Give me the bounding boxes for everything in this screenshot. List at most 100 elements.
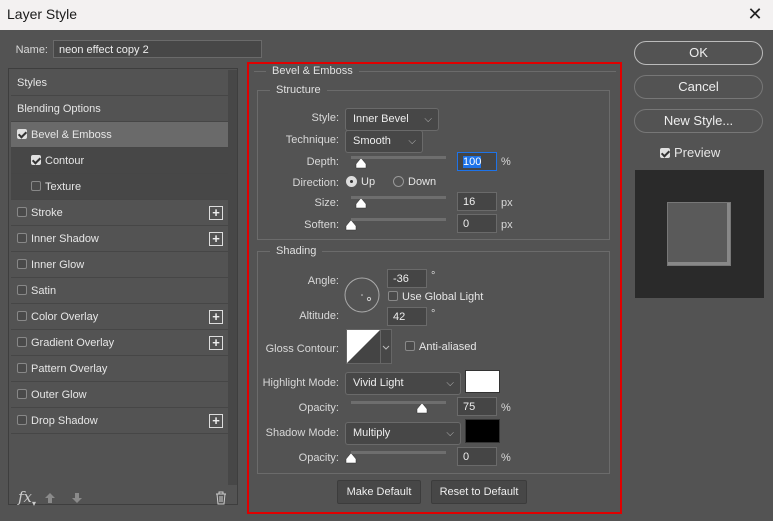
style-item-styles[interactable]: Styles (11, 70, 229, 96)
highlight-color-swatch[interactable] (465, 370, 500, 393)
slider-thumb[interactable] (355, 197, 367, 209)
style-item-pattern-overlay[interactable]: Pattern Overlay (11, 356, 229, 382)
window-title: Layer Style (7, 6, 78, 22)
angle-dial[interactable] (344, 277, 380, 313)
anti-aliased-checkbox[interactable]: Anti-aliased (405, 341, 476, 353)
chevron-down-icon: ⌵ (446, 378, 454, 389)
shadow-mode-label: Shadow Mode: (265, 427, 339, 439)
style-item-label: Styles (17, 77, 47, 89)
style-select[interactable]: Inner Bevel ⌵ (345, 108, 439, 131)
make-default-button[interactable]: Make Default (337, 480, 421, 504)
highlight-opacity-input[interactable]: 75 (457, 397, 497, 416)
preview-checkbox[interactable]: Preview (660, 145, 720, 160)
altitude-input[interactable]: 42 (387, 307, 427, 326)
style-item-label: Outer Glow (31, 389, 87, 401)
slider-thumb[interactable] (416, 402, 428, 414)
slider-thumb[interactable] (355, 157, 367, 169)
ok-button[interactable]: OK (634, 41, 763, 65)
style-item-label: Stroke (31, 207, 63, 219)
highlight-mode-select[interactable]: Vivid Light ⌵ (345, 372, 461, 395)
style-item-inner-shadow[interactable]: Inner Shadow + (11, 226, 229, 252)
style-item-stroke[interactable]: Stroke + (11, 200, 229, 226)
technique-select[interactable]: Smooth ⌵ (345, 130, 423, 153)
close-icon[interactable]: ✕ (745, 4, 765, 25)
preview-swatch (667, 202, 731, 266)
style-item-satin[interactable]: Satin (11, 278, 229, 304)
style-item-bevel-emboss[interactable]: Bevel & Emboss (11, 122, 229, 148)
size-label: Size: (314, 197, 339, 209)
use-global-light-checkbox[interactable]: Use Global Light (388, 291, 483, 303)
style-item-color-overlay[interactable]: Color Overlay + (11, 304, 229, 330)
style-item-inner-glow[interactable]: Inner Glow (11, 252, 229, 278)
gloss-contour-label: Gloss Contour: (265, 343, 339, 355)
shadow-opacity-slider[interactable] (351, 451, 446, 454)
checkbox-icon[interactable] (17, 207, 27, 217)
fx-icon[interactable]: fx▾ (18, 488, 36, 508)
radio-icon (346, 176, 357, 187)
direction-up-radio[interactable]: Up (346, 176, 375, 188)
style-item-blending-options[interactable]: Blending Options (11, 96, 229, 122)
shadow-color-swatch[interactable] (465, 419, 500, 443)
checkbox-icon (405, 341, 415, 351)
add-icon[interactable]: + (209, 310, 223, 324)
direction-down-radio[interactable]: Down (393, 176, 436, 188)
name-input[interactable]: neon effect copy 2 (53, 40, 262, 58)
highlight-opacity-slider[interactable] (351, 401, 446, 404)
angle-input[interactable]: -36 (387, 269, 427, 288)
soften-input[interactable]: 0 (457, 214, 497, 233)
style-item-texture[interactable]: Texture (11, 174, 229, 200)
degree-unit: ° (431, 270, 436, 282)
add-icon[interactable]: + (209, 206, 223, 220)
checkbox-icon[interactable] (17, 285, 27, 295)
checkbox-icon[interactable] (17, 233, 27, 243)
checkbox-icon[interactable] (17, 363, 27, 373)
soften-label: Soften: (304, 219, 339, 231)
technique-label: Technique: (285, 134, 339, 146)
shadow-mode-select[interactable]: Multiply ⌵ (345, 422, 461, 445)
soften-unit: px (501, 219, 513, 231)
style-item-gradient-overlay[interactable]: Gradient Overlay + (11, 330, 229, 356)
soften-slider[interactable] (351, 218, 446, 221)
checkbox-icon[interactable] (17, 259, 27, 269)
add-icon[interactable]: + (209, 336, 223, 350)
checkbox-icon[interactable] (17, 311, 27, 321)
move-up-icon[interactable] (44, 492, 56, 504)
style-item-label: Drop Shadow (31, 415, 98, 427)
style-item-label: Blending Options (17, 103, 101, 115)
chevron-down-icon: ⌵ (446, 428, 454, 439)
size-input[interactable]: 16 (457, 192, 497, 211)
panel-title: Bevel & Emboss (272, 65, 353, 77)
chevron-down-icon: ⌵ (408, 136, 416, 147)
highlight-mode-label: Highlight Mode: (262, 377, 339, 389)
gloss-contour-picker[interactable] (346, 329, 392, 365)
add-icon[interactable]: + (209, 414, 223, 428)
checkbox-icon[interactable] (17, 415, 27, 425)
reset-to-default-button[interactable]: Reset to Default (431, 480, 527, 504)
trash-icon[interactable] (215, 491, 227, 505)
add-icon[interactable]: + (209, 232, 223, 246)
cancel-button[interactable]: Cancel (634, 75, 763, 99)
percent-unit: % (501, 402, 511, 414)
shading-title: Shading (276, 245, 317, 257)
checkbox-icon[interactable] (17, 337, 27, 347)
checkbox-icon (388, 291, 398, 301)
checkmark-icon (660, 148, 670, 158)
direction-label: Direction: (292, 177, 339, 189)
new-style-button[interactable]: New Style... (634, 109, 763, 133)
checkbox-icon[interactable] (17, 129, 27, 139)
style-item-drop-shadow[interactable]: Drop Shadow + (11, 408, 229, 434)
checkbox-icon[interactable] (17, 389, 27, 399)
checkbox-icon[interactable] (31, 181, 41, 191)
slider-thumb[interactable] (345, 219, 357, 231)
altitude-label: Altitude: (299, 310, 339, 322)
move-down-icon[interactable] (71, 492, 83, 504)
depth-input[interactable]: 100 (457, 152, 497, 171)
styles-list-scrollbar[interactable] (228, 70, 237, 485)
checkbox-icon[interactable] (31, 155, 41, 165)
shadow-opacity-input[interactable]: 0 (457, 447, 497, 466)
title-bar: Layer Style (0, 0, 773, 30)
style-item-contour[interactable]: Contour (11, 148, 229, 174)
style-item-outer-glow[interactable]: Outer Glow (11, 382, 229, 408)
style-label: Style: (311, 112, 339, 124)
slider-thumb[interactable] (345, 452, 357, 464)
